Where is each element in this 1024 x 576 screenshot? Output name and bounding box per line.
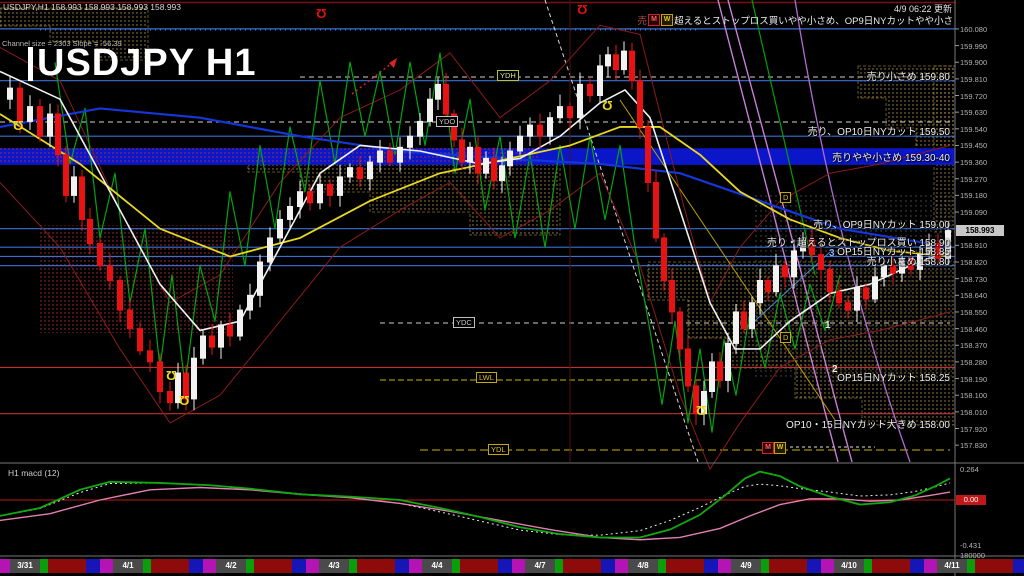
date-axis-label: 4/1 <box>122 561 134 570</box>
level-tag-d[interactable]: D <box>780 332 792 343</box>
monthly-pivot-badge[interactable]: M <box>648 14 661 26</box>
level-tag-lwl[interactable]: LWL <box>476 372 497 383</box>
date-axis-label: 4/7 <box>534 561 546 570</box>
level-tag-ydo[interactable]: YDO <box>436 116 459 127</box>
price-axis-label: 158.100 <box>960 391 988 401</box>
price-axis-label: 158.550 <box>960 307 988 317</box>
symbol-watermark: USDJPY H1 <box>28 42 257 85</box>
macd-scale-top: 0.264 <box>960 465 979 474</box>
symbol-ohlc-line: USDJPY,H1 158.993 158.993 158.993 158.99… <box>3 2 182 12</box>
date-axis-label: 4/11 <box>944 561 960 570</box>
price-axis-label: 159.090 <box>960 208 988 218</box>
price-axis-label: 158.280 <box>960 357 988 367</box>
macd-zero-tag: 0.00 <box>956 495 986 505</box>
level-tag-ydc[interactable]: YDC <box>453 317 475 328</box>
watermark-cursor-bar <box>28 46 33 81</box>
weekly-pivot-badge[interactable]: W <box>774 442 786 454</box>
price-axis-label: 158.010 <box>960 407 988 417</box>
reversal-marker-bottom: Ω <box>696 403 707 418</box>
level-annotation: 売り小さめ 158.80 <box>866 256 950 268</box>
level-annotation: 売り小さめ 159.80 <box>866 71 950 83</box>
date-axis-label: 4/10 <box>841 561 857 570</box>
level-tag-d[interactable]: D <box>780 192 792 203</box>
price-axis-label: 159.180 <box>960 191 988 201</box>
price-axis-label: 157.830 <box>960 441 988 451</box>
reversal-marker-bottom: Ω <box>179 393 190 408</box>
reversal-marker-top: Ω <box>316 6 327 21</box>
price-axis-label: 158.460 <box>960 324 988 334</box>
price-axis-label: 159.810 <box>960 74 988 84</box>
wave-count-label: 1 <box>825 320 831 331</box>
date-axis-label: 3/31 <box>17 561 33 570</box>
current-price-tag: 158.993 <box>956 225 1004 236</box>
reversal-marker-top: Ω <box>577 2 588 17</box>
level-annotation: 売り、OP10日NYカット 159.50 <box>807 127 950 139</box>
date-axis-label: 4/9 <box>740 561 752 570</box>
level-tag-ydh[interactable]: YDH <box>497 70 519 81</box>
reversal-marker-bottom: Ω <box>13 118 24 133</box>
weekly-pivot-badge[interactable]: W <box>661 14 674 26</box>
sell-prefix: 売 <box>637 16 648 27</box>
price-axis-label: 159.540 <box>960 124 988 134</box>
price-axis-label: 159.720 <box>960 91 988 101</box>
price-axis-label: 159.450 <box>960 141 988 151</box>
date-axis-label: 4/8 <box>637 561 649 570</box>
price-axis-label: 158.910 <box>960 241 988 251</box>
price-axis-label: 158.730 <box>960 274 988 284</box>
price-axis-label: 159.990 <box>960 41 988 51</box>
date-axis-label: 4/3 <box>328 561 340 570</box>
price-axis-label: 159.900 <box>960 58 988 68</box>
top-annotation-text: 超えるとストップロス買いやや小さめ、OP9日NYカットやや小さ <box>674 16 953 27</box>
price-axis-label: 159.630 <box>960 108 988 118</box>
watermark-text: USDJPY H1 <box>37 42 257 84</box>
date-axis-label: 4/4 <box>431 561 443 570</box>
trading-chart-window: { "window": { "symbol_line": "USDJPY,H1 … <box>0 0 1024 576</box>
level-tag-ydl[interactable]: YDL <box>488 444 509 455</box>
price-axis-label: 159.360 <box>960 158 988 168</box>
price-axis-label: 159.270 <box>960 174 988 184</box>
price-axis-label: 157.920 <box>960 424 988 434</box>
price-axis-label: 158.640 <box>960 291 988 301</box>
wave-count-label: 3 <box>829 248 835 259</box>
volume-scale-label: 180000 <box>960 551 986 560</box>
level-annotation: OP10・15日NYカット大きめ 158.00 <box>786 419 950 431</box>
level-annotation: 売り、OP9日NYカット 159.00 <box>813 219 950 231</box>
price-axis-label: 158.190 <box>960 374 988 384</box>
macd-indicator-label: H1 macd (12) <box>8 468 60 478</box>
chart-canvas[interactable] <box>0 0 1024 576</box>
level-annotation: OP15日NYカット 158.25 <box>837 373 950 385</box>
top-order-annotation: 売 M W 超えるとストップロス買いやや小さめ、OP9日NYカットやや小さ <box>638 13 953 27</box>
price-axis-label: 158.820 <box>960 258 988 267</box>
reversal-marker-bottom: Ω <box>166 368 177 383</box>
price-axis-label: 158.370 <box>960 341 988 351</box>
level-annotation: 売りやや小さめ 159.30-40 <box>832 152 950 164</box>
reversal-marker-bottom: Ω <box>602 98 613 113</box>
date-axis-label: 4/2 <box>225 561 237 570</box>
monthly-pivot-badge[interactable]: M <box>762 442 774 454</box>
price-axis-label: 160.080 <box>960 24 988 34</box>
macd-scale-bottom: -0.431 <box>960 541 982 550</box>
wave-count-label: 2 <box>832 364 838 375</box>
